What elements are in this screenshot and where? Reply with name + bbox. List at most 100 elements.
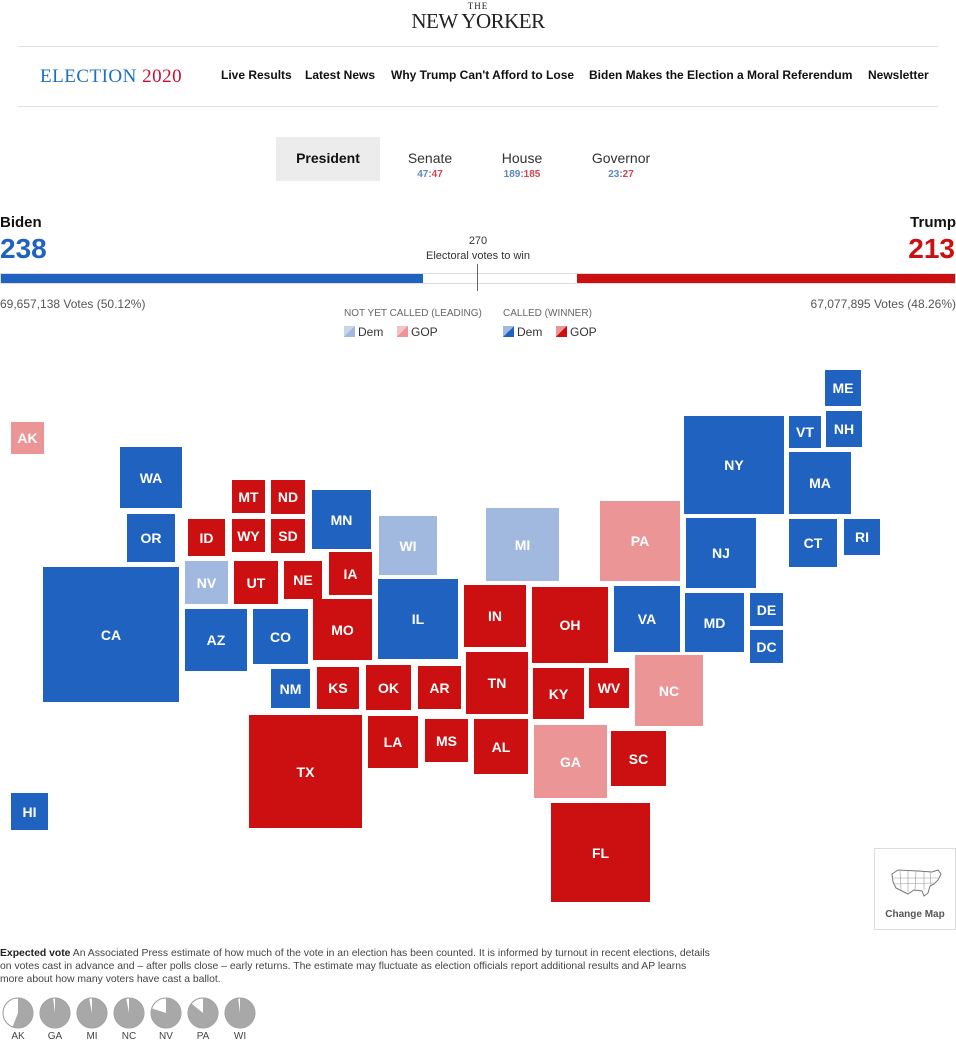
expected-vote-pie-ga: [39, 997, 71, 1029]
expected-vote-pie-label: MI: [86, 1031, 98, 1041]
state-ia[interactable]: IA: [329, 552, 372, 595]
state-tx[interactable]: TX: [249, 715, 362, 828]
legend-gop-called: GOP: [556, 325, 597, 339]
expected-vote-title: Expected vote: [0, 948, 71, 959]
tab-senate[interactable]: Senate 47:47: [390, 137, 470, 181]
state-ok[interactable]: OK: [366, 665, 411, 710]
state-in[interactable]: IN: [464, 585, 526, 647]
state-nv[interactable]: NV: [185, 561, 228, 604]
state-ny[interactable]: NY: [684, 416, 784, 514]
dem-leading-swatch: [344, 326, 355, 337]
state-mi[interactable]: MI: [486, 508, 559, 581]
state-ms[interactable]: MS: [425, 719, 468, 762]
dem-electoral-votes: 238: [0, 233, 47, 264]
state-me[interactable]: ME: [825, 370, 861, 406]
tab-house[interactable]: House 189:185: [482, 137, 562, 181]
new-yorker-logo[interactable]: THE NEW YORKER: [0, 2, 956, 33]
tab-president[interactable]: President: [276, 137, 380, 181]
state-sd[interactable]: SD: [271, 519, 305, 553]
state-wa[interactable]: WA: [120, 447, 182, 508]
state-hi[interactable]: HI: [11, 793, 48, 830]
legend-dem-called: Dem: [503, 325, 542, 339]
tab-governor[interactable]: Governor 23:27: [581, 137, 661, 181]
legend-dem-leading: Dem: [344, 325, 383, 339]
expected-vote-pie-label: GA: [47, 1031, 63, 1041]
state-al[interactable]: AL: [474, 719, 528, 774]
state-co[interactable]: CO: [253, 609, 308, 664]
state-il[interactable]: IL: [378, 579, 458, 659]
state-ut[interactable]: UT: [234, 561, 278, 604]
election-nav: ELECTION 2020 Live Results Latest News W…: [18, 46, 938, 107]
state-az[interactable]: AZ: [185, 609, 247, 671]
state-md[interactable]: MD: [685, 593, 744, 652]
state-or[interactable]: OR: [127, 514, 175, 562]
state-va[interactable]: VA: [614, 586, 680, 652]
state-sc[interactable]: SC: [611, 731, 666, 786]
state-oh[interactable]: OH: [532, 587, 608, 663]
gop-bar-fill: [577, 274, 955, 283]
logo-name: NEW YORKER: [411, 9, 545, 33]
expected-vote-pie-ak: [2, 997, 34, 1029]
state-id[interactable]: ID: [188, 519, 225, 556]
state-ca[interactable]: CA: [43, 567, 179, 702]
nav-live-results[interactable]: Live Results: [221, 68, 292, 82]
state-vt[interactable]: VT: [789, 416, 821, 448]
state-de[interactable]: DE: [750, 593, 783, 626]
state-ak[interactable]: AK: [11, 422, 44, 454]
dem-bar-fill: [1, 274, 424, 283]
state-ky[interactable]: KY: [533, 668, 584, 719]
election-2020-brand[interactable]: ELECTION 2020: [40, 66, 182, 88]
state-mt[interactable]: MT: [232, 480, 265, 513]
expected-vote-pie-label: NC: [121, 1031, 137, 1041]
state-wy[interactable]: WY: [232, 519, 265, 552]
nav-biden-moral[interactable]: Biden Makes the Election a Moral Referen…: [589, 68, 852, 82]
tab-president-label: President: [296, 150, 360, 166]
electoral-vote-bar: [0, 273, 956, 284]
state-dc[interactable]: DC: [750, 630, 783, 663]
state-ri[interactable]: RI: [844, 519, 880, 555]
state-nj[interactable]: NJ: [686, 518, 756, 588]
nav-latest-news[interactable]: Latest News: [305, 68, 375, 82]
state-wv[interactable]: WV: [589, 668, 629, 708]
state-ne[interactable]: NE: [284, 561, 322, 599]
expected-vote-pie-mi: [76, 997, 108, 1029]
state-ct[interactable]: CT: [789, 519, 837, 567]
state-wi[interactable]: WI: [379, 516, 437, 575]
state-fl[interactable]: FL: [551, 803, 650, 902]
nav-why-trump[interactable]: Why Trump Can't Afford to Lose: [391, 68, 574, 82]
expected-vote-pie-wi: [224, 997, 256, 1029]
tab-senate-label: Senate: [407, 150, 453, 166]
gop-called-swatch: [556, 326, 567, 337]
expected-vote-pie-label: PA: [196, 1031, 210, 1041]
threshold-label: Electoral votes to win: [426, 250, 530, 262]
state-nh[interactable]: NH: [826, 411, 862, 447]
change-map-label: Change Map: [885, 909, 945, 920]
legend-not-called-heading: NOT YET CALLED (LEADING): [344, 308, 482, 319]
expected-vote-pie-label: WI: [233, 1031, 247, 1041]
tab-governor-label: Governor: [591, 150, 651, 166]
state-ma[interactable]: MA: [789, 452, 851, 514]
gop-electoral-votes: 213: [908, 233, 955, 264]
state-ks[interactable]: KS: [317, 667, 359, 709]
state-la[interactable]: LA: [368, 716, 418, 768]
expected-vote-pie-nc: [113, 997, 145, 1029]
dem-candidate-name: Biden: [0, 214, 42, 231]
change-map-button[interactable]: Change Map: [874, 848, 956, 930]
senate-count: 47:47: [417, 169, 443, 180]
state-nm[interactable]: NM: [271, 669, 310, 708]
legend-gop-leading: GOP: [397, 325, 438, 339]
gop-leading-swatch: [397, 326, 408, 337]
state-tn[interactable]: TN: [466, 652, 528, 714]
state-mo[interactable]: MO: [313, 599, 372, 660]
nav-newsletter[interactable]: Newsletter: [868, 68, 929, 82]
state-nd[interactable]: ND: [271, 480, 305, 514]
state-ar[interactable]: AR: [418, 666, 461, 709]
tab-house-label: House: [501, 150, 543, 166]
legend-called-heading: CALLED (WINNER): [503, 308, 592, 319]
state-pa[interactable]: PA: [600, 501, 680, 581]
state-ga[interactable]: GA: [534, 725, 607, 798]
state-nc[interactable]: NC: [635, 655, 703, 726]
expected-vote-pie-label: NV: [159, 1031, 173, 1041]
state-mn[interactable]: MN: [312, 490, 371, 549]
expected-vote-pie-pa: [187, 997, 219, 1029]
